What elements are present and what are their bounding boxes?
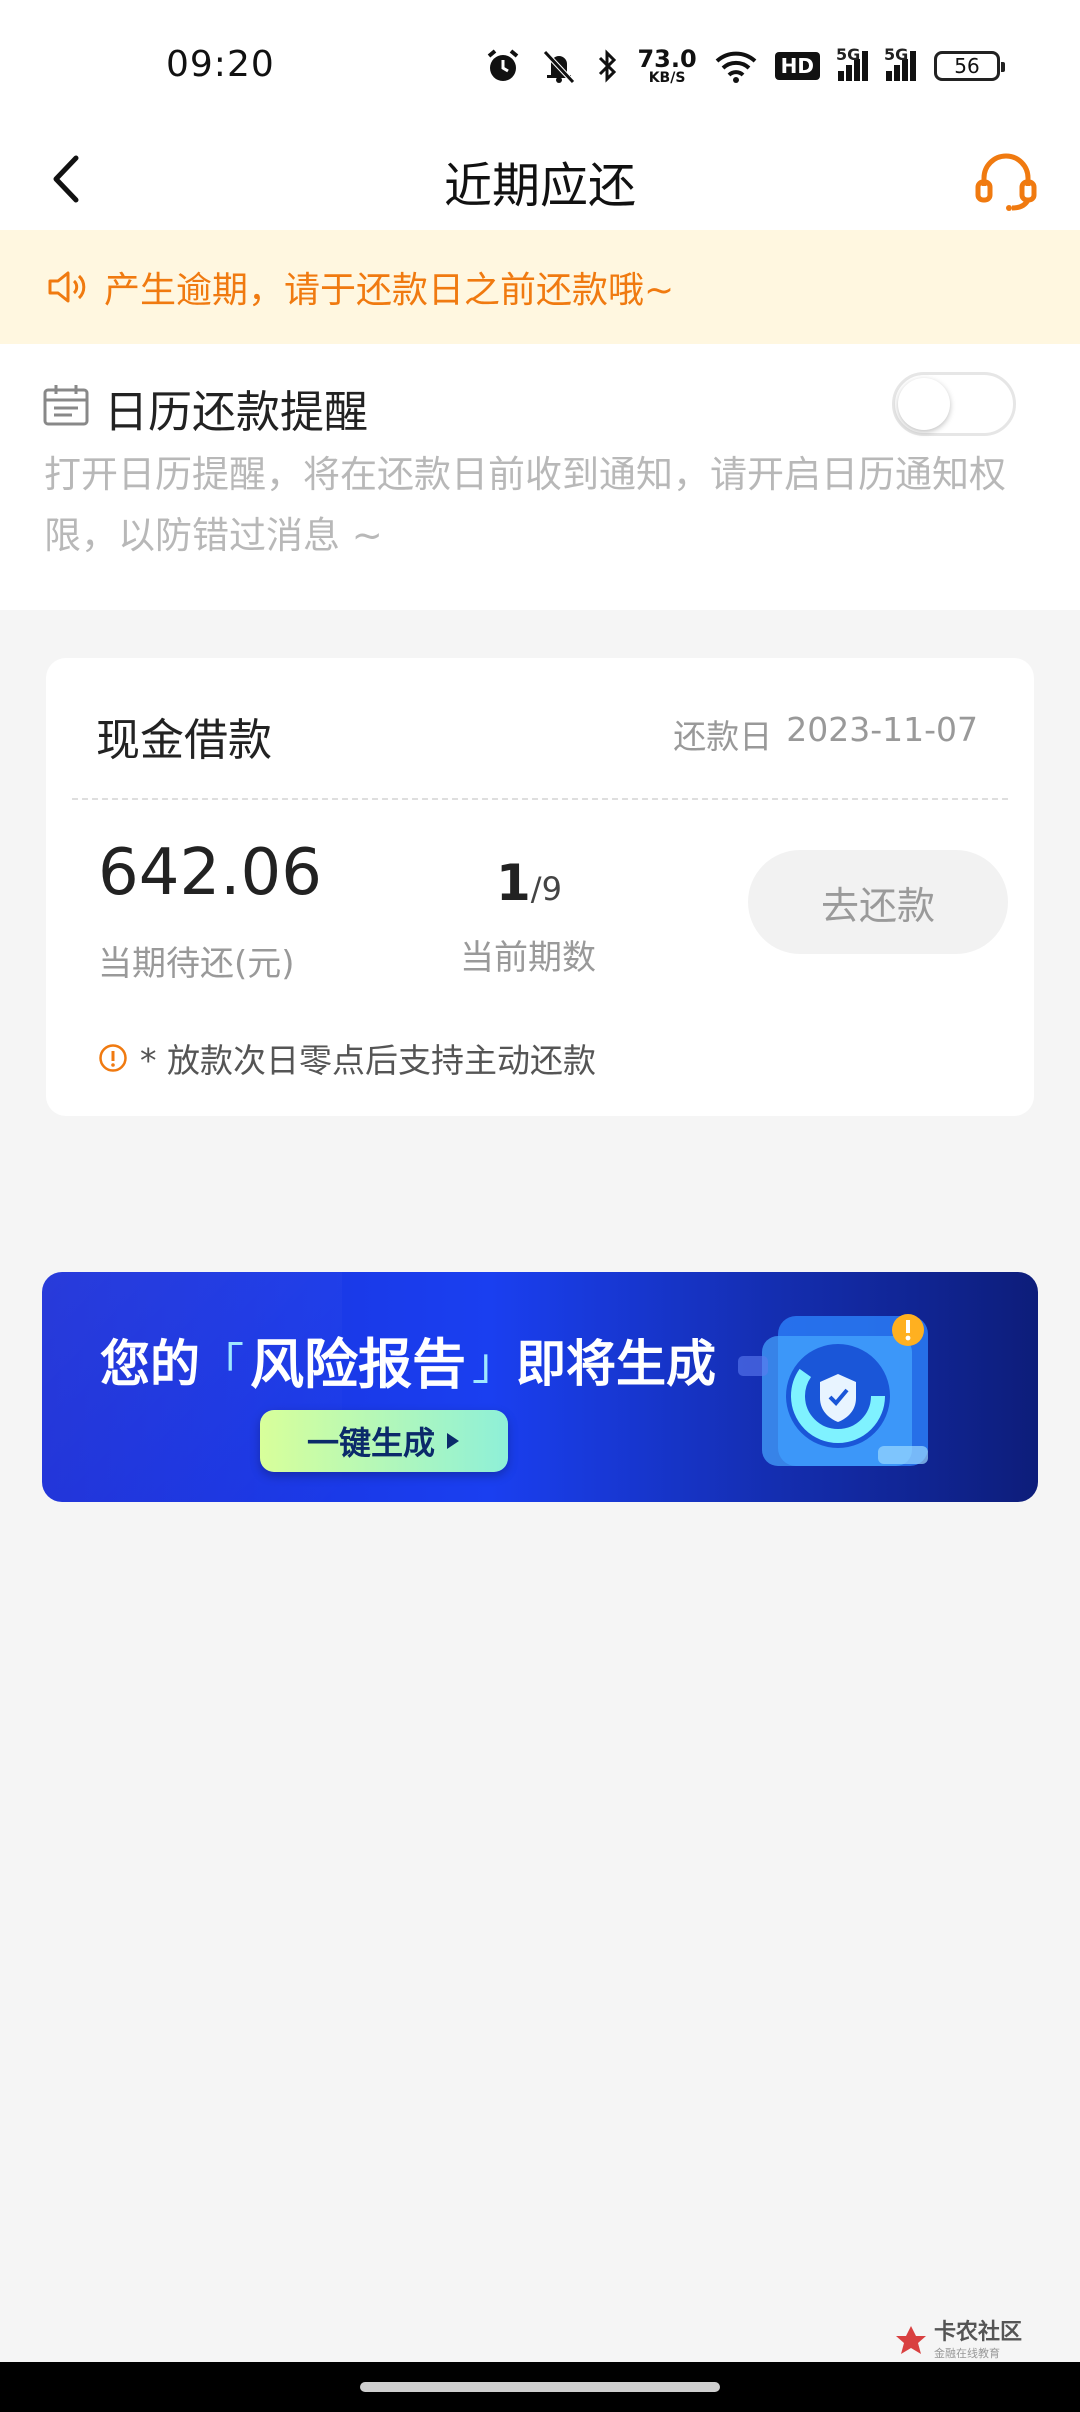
battery-icon: 56 [934, 51, 1005, 81]
calendar-reminder: 日历还款提醒 打开日历提醒，将在还款日前收到通知，请开启日历通知权限，以防错过消… [0, 344, 1080, 610]
watermark-main: 卡农社区 [933, 2320, 1022, 2345]
risk-report-banner[interactable]: 您的 「 风险报告 」 即将生成 一键生成 [42, 1272, 1038, 1502]
hd-badge: HD [774, 52, 820, 80]
info-icon [99, 1044, 127, 1072]
period-separator: / [530, 870, 542, 908]
notice-text: 产生逾期，请于还款日之前还款哦~ [104, 270, 675, 311]
reminder-toggle[interactable] [892, 372, 1016, 436]
banner-bracket-open: 「 [200, 1338, 244, 1390]
banner-suffix: 即将生成 [516, 1334, 716, 1393]
watermark-text: 卡农社区 金融在线教育 [933, 2320, 1022, 2360]
play-triangle-icon [447, 1433, 459, 1449]
loan-card: 现金借款 还款日 2023-11-07 642.06 当期待还(元) 1 / 9… [46, 658, 1034, 1116]
status-icons: 73.0 KB/S HD 5G 5G 56 [485, 44, 1005, 88]
signal-2-icon: 5G [884, 45, 916, 81]
loan-name: 现金借款 [96, 715, 272, 766]
system-nav-bar [0, 2362, 1080, 2412]
bluetooth-icon [599, 49, 617, 83]
current-period: 1 [496, 854, 531, 912]
banner-prefix: 您的 [100, 1334, 200, 1393]
status-bar: 09:20 73.0 KB/S HD 5G 5G 56 [0, 0, 1080, 130]
generate-report-button[interactable]: 一键生成 [260, 1410, 508, 1472]
page: 09:20 73.0 KB/S HD 5G 5G 56 近期应还 产生逾期，请于… [0, 0, 1080, 2412]
total-periods: 9 [541, 870, 562, 908]
watermark-logo-icon [895, 2325, 926, 2354]
banner-headline: 您的 「 风险报告 」 即将生成 [100, 1320, 716, 1399]
reminder-title: 日历还款提醒 [104, 387, 368, 438]
net-speed-value: 73.0 [637, 45, 697, 73]
banner-highlight: 风险报告 [250, 1333, 466, 1396]
card-divider [72, 798, 1008, 800]
toggle-knob [898, 378, 950, 430]
period-count: 1 / 9 [496, 854, 562, 912]
headset-icon[interactable] [972, 146, 1040, 214]
home-indicator[interactable] [360, 2382, 720, 2392]
watermark-sub: 金融在线教育 [933, 2347, 1000, 2360]
mute-icon [543, 50, 576, 84]
signal-1-icon: 5G [836, 45, 868, 81]
signal-1-label: 5G [836, 45, 861, 64]
amount-due: 642.06 [98, 836, 322, 910]
report-shield-illustration-icon [738, 1314, 928, 1466]
amount-due-label: 当期待还(元) [98, 944, 295, 984]
repay-tip: * 放款次日零点后支持主动还款 [98, 1034, 596, 1082]
due-date-row: 还款日 2023-11-07 [673, 710, 978, 758]
banner-bracket-close: 」 [472, 1338, 516, 1390]
calendar-icon [43, 385, 89, 426]
speaker-icon [48, 271, 86, 303]
wifi-icon [715, 51, 757, 83]
cta-label: 一键生成 [306, 1424, 435, 1462]
signal-2-label: 5G [884, 45, 909, 64]
period-label: 当前期数 [460, 938, 596, 978]
page-title: 近期应还 [443, 158, 636, 214]
overdue-notice: 产生逾期，请于还款日之前还款哦~ [0, 230, 1080, 344]
net-speed-unit: KB/S [648, 70, 686, 86]
status-time: 09:20 [166, 44, 275, 85]
watermark: 卡农社区 金融在线教育 [894, 2322, 1022, 2359]
battery-level: 56 [954, 54, 980, 78]
repay-tip-text: * 放款次日零点后支持主动还款 [140, 1041, 596, 1080]
due-label: 还款日 [673, 717, 773, 756]
net-speed: 73.0 KB/S [637, 47, 696, 85]
reminder-description: 打开日历提醒，将在还款日前收到通知，请开启日历通知权限，以防错过消息 ~ [44, 453, 1006, 557]
nav-bar: 近期应还 [0, 130, 1080, 230]
alarm-icon [488, 49, 519, 81]
due-date: 2023-11-07 [786, 710, 978, 749]
repay-button[interactable]: 去还款 [748, 850, 1008, 954]
